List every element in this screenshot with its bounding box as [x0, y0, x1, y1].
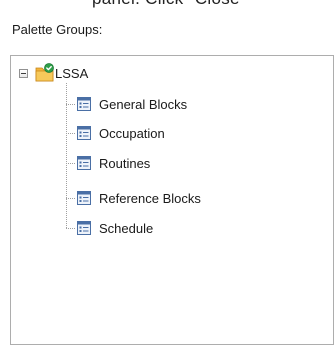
tree-item-general-blocks[interactable]: General Blocks — [76, 95, 187, 113]
tree-item-label: General Blocks — [99, 96, 188, 112]
tree-connector-line — [66, 133, 75, 134]
tree-connector-line — [66, 163, 75, 164]
block-list-icon — [77, 126, 91, 140]
block-list-icon — [77, 221, 91, 235]
tree-item-label: Reference Blocks — [99, 190, 201, 206]
tree-item-routines[interactable]: Routines — [76, 154, 150, 172]
tree-item-schedule[interactable]: Schedule — [76, 219, 153, 237]
tree-connector-line — [66, 228, 75, 229]
tree-item-reference-blocks[interactable]: Reference Blocks — [76, 189, 201, 207]
cut-off-instruction-text-container: panel. Click "Close" — [0, 0, 334, 14]
palette-groups-tree[interactable]: LSSA General Blocks Occupation Routines … — [10, 55, 334, 345]
tree-connector-line — [66, 198, 75, 199]
tree-item-label: Occupation — [99, 125, 165, 141]
cut-off-instruction-text: panel. Click "Close" — [92, 0, 246, 9]
tree-item-label: Schedule — [99, 220, 154, 236]
palette-group-folder-icon — [35, 63, 54, 82]
collapse-toggle-icon[interactable] — [19, 69, 28, 78]
palette-groups-label: Palette Groups: — [12, 22, 103, 37]
block-list-icon — [77, 191, 91, 205]
tree-item-occupation[interactable]: Occupation — [76, 124, 165, 142]
tree-item-label: Routines — [99, 155, 151, 171]
block-list-icon — [77, 97, 91, 111]
block-list-icon — [77, 156, 91, 170]
tree-root-lssa[interactable]: LSSA — [55, 66, 88, 81]
tree-connector-line — [66, 104, 75, 105]
